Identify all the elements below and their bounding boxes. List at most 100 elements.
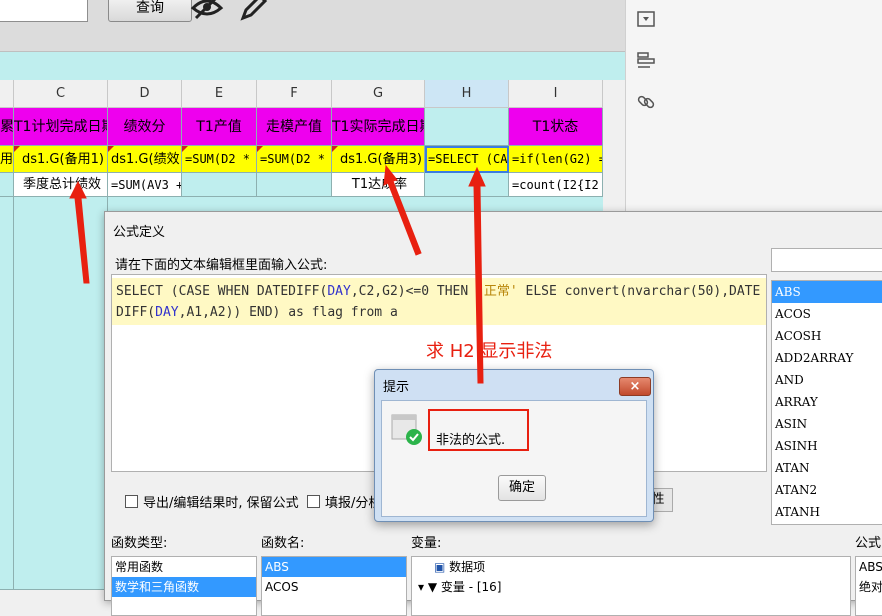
function-item[interactable]: ATAN2 bbox=[772, 479, 882, 501]
cell-g1[interactable]: T1实际完成日期 bbox=[332, 108, 425, 146]
cell-e2[interactable]: =SUM(D2 * bbox=[182, 146, 257, 173]
grid-column[interactable] bbox=[0, 197, 14, 590]
cell-g3[interactable]: T1达成率 bbox=[332, 173, 425, 197]
cell-d3[interactable]: =SUM(AV3 + bbox=[108, 173, 182, 197]
variables-tree[interactable]: ▣ 数据项 ▾ ▼ 变量 - [16] bbox=[411, 556, 851, 616]
function-item[interactable]: ARRAY bbox=[772, 391, 882, 413]
function-name-item[interactable]: ACOS bbox=[262, 577, 406, 597]
cell-e2-text: =SUM(D2 * bbox=[185, 152, 251, 166]
function-name-label: 函数名: bbox=[261, 536, 305, 551]
col-header-f[interactable]: F bbox=[257, 80, 332, 108]
alert-title: 提示 bbox=[383, 380, 410, 395]
annotation-text: 求 H2 显示非法 bbox=[426, 341, 553, 362]
description-line: 绝对 bbox=[859, 580, 882, 594]
cell-d1[interactable]: 绩效分 bbox=[108, 108, 182, 146]
formula-string: '正常' bbox=[476, 284, 518, 299]
col-header-c[interactable]: C bbox=[14, 80, 108, 108]
layout-icon[interactable] bbox=[636, 50, 656, 70]
function-item[interactable]: ABS bbox=[772, 281, 882, 303]
cell-e3[interactable] bbox=[182, 173, 257, 197]
cell-h2[interactable]: =SELECT (CASE bbox=[425, 146, 509, 173]
cell-c2-text: ds1.G(备用1) bbox=[22, 152, 104, 167]
cell-f2-text: =SUM(D2 * bbox=[260, 152, 326, 166]
cell-f2[interactable]: =SUM(D2 * bbox=[257, 146, 332, 173]
formula-description-box: ABS 绝对 bbox=[855, 556, 882, 616]
cell-g2[interactable]: ds1.G(备用3) bbox=[332, 146, 425, 173]
dialog-hint: 请在下面的文本编辑框里面输入公式: bbox=[115, 258, 328, 273]
function-name-item[interactable]: ABS bbox=[262, 557, 406, 577]
link-icon[interactable] bbox=[636, 92, 656, 112]
cell-marker bbox=[332, 146, 338, 152]
function-type-item[interactable]: 常用函数 bbox=[112, 557, 256, 577]
fill-analysis-option[interactable]: 填报/分析 bbox=[307, 492, 381, 511]
cell-f1[interactable]: 走模产值 bbox=[257, 108, 332, 146]
cell-i3[interactable]: =count(I2{I2 = bbox=[509, 173, 603, 197]
cell-i1[interactable]: T1状态 bbox=[509, 108, 603, 146]
cell-marker bbox=[14, 146, 20, 152]
variables-tree-label: 数据项 bbox=[449, 560, 486, 574]
col-header-d[interactable]: D bbox=[108, 80, 182, 108]
parameter-input[interactable] bbox=[0, 0, 88, 22]
hide-eye-icon[interactable] bbox=[190, 0, 224, 20]
query-button[interactable]: 查询 bbox=[108, 0, 192, 22]
function-item[interactable]: ASINH bbox=[772, 435, 882, 457]
cell-c3[interactable]: 季度总计绩效 bbox=[14, 173, 108, 197]
export-keep-formula-checkbox[interactable] bbox=[125, 495, 138, 508]
close-button[interactable]: × bbox=[619, 377, 651, 396]
function-item[interactable]: ATANH bbox=[772, 501, 882, 523]
cell-b1[interactable]: 累 bbox=[0, 108, 14, 146]
formula-part: ,A1,A2)) END) as flag from a bbox=[178, 305, 398, 320]
col-header[interactable] bbox=[0, 80, 14, 108]
cell-c1[interactable]: T1计划完成日期 bbox=[14, 108, 108, 146]
col-header-h[interactable]: H bbox=[425, 80, 509, 108]
expand-arrow-icon[interactable]: ▾ bbox=[418, 580, 428, 594]
variables-tree-item[interactable]: ▣ 数据项 bbox=[412, 557, 850, 577]
cell-b3[interactable] bbox=[0, 173, 14, 197]
cell-c2[interactable]: ds1.G(备用1) bbox=[14, 146, 108, 173]
function-item[interactable]: ADD2ARRAY bbox=[772, 347, 882, 369]
export-keep-formula-option[interactable]: 导出/编辑结果时, 保留公式 bbox=[125, 492, 299, 511]
col-header-i[interactable]: I bbox=[509, 80, 603, 108]
grid-column[interactable] bbox=[14, 197, 108, 590]
dialog-title: 公式定义 bbox=[113, 225, 166, 240]
annotation-highlight-box bbox=[428, 409, 529, 451]
cell-b2[interactable]: 用4 bbox=[0, 146, 14, 173]
col-header-g[interactable]: G bbox=[332, 80, 425, 108]
variable-icon: ▼ bbox=[427, 580, 441, 594]
function-type-label: 函数类型: bbox=[111, 536, 168, 551]
variables-tree-item[interactable]: ▾ ▼ 变量 - [16] bbox=[412, 577, 850, 597]
function-type-list[interactable]: 常用函数 数学和三角函数 bbox=[111, 556, 257, 616]
function-item[interactable]: ATAN bbox=[772, 457, 882, 479]
cell-i2[interactable]: =if(len(G2) = bbox=[509, 146, 603, 173]
cell-e1[interactable]: T1产值 bbox=[182, 108, 257, 146]
formula-part: ,C2,G2)<=0 THEN bbox=[350, 284, 477, 299]
function-item[interactable]: ACOSH bbox=[772, 325, 882, 347]
export-keep-formula-label: 导出/编辑结果时, 保留公式 bbox=[143, 496, 299, 511]
fill-analysis-checkbox[interactable] bbox=[307, 495, 320, 508]
cell-marker bbox=[257, 146, 263, 152]
function-item[interactable]: ACOS bbox=[772, 303, 882, 325]
col-header-e[interactable]: E bbox=[182, 80, 257, 108]
ok-button[interactable]: 确定 bbox=[498, 475, 546, 501]
cell-h1[interactable] bbox=[425, 108, 509, 146]
formula-keyword: DAY bbox=[327, 284, 351, 299]
formula-description-label: 公式 bbox=[855, 536, 882, 551]
function-list[interactable]: ABS ACOS ACOSH ADD2ARRAY AND ARRAY ASIN … bbox=[771, 280, 882, 525]
toolbar: 查询 bbox=[0, 0, 625, 52]
function-search-input[interactable] bbox=[771, 248, 882, 272]
fill-analysis-label: 填报/分析 bbox=[325, 496, 382, 511]
formula-text[interactable]: SELECT (CASE WHEN DATEDIFF(DAY,C2,G2)<=0… bbox=[116, 281, 766, 323]
cell-h3[interactable] bbox=[425, 173, 509, 197]
cell-g2-text: ds1.G(备用3) bbox=[340, 152, 422, 167]
function-name-list[interactable]: ABS ACOS bbox=[261, 556, 407, 616]
function-item[interactable]: AND bbox=[772, 369, 882, 391]
cell-d2[interactable]: ds1.G(绩效 bbox=[108, 146, 182, 173]
cell-f3[interactable] bbox=[257, 173, 332, 197]
function-item[interactable]: ASIN bbox=[772, 413, 882, 435]
variables-label: 变量: bbox=[411, 536, 442, 551]
variables-tree-label: 变量 - [16] bbox=[440, 580, 502, 594]
function-type-item[interactable]: 数学和三角函数 bbox=[112, 577, 256, 597]
dropdown-box-icon[interactable] bbox=[636, 10, 656, 28]
edit-pen-icon[interactable] bbox=[238, 0, 268, 22]
data-item-icon: ▣ bbox=[434, 560, 450, 574]
